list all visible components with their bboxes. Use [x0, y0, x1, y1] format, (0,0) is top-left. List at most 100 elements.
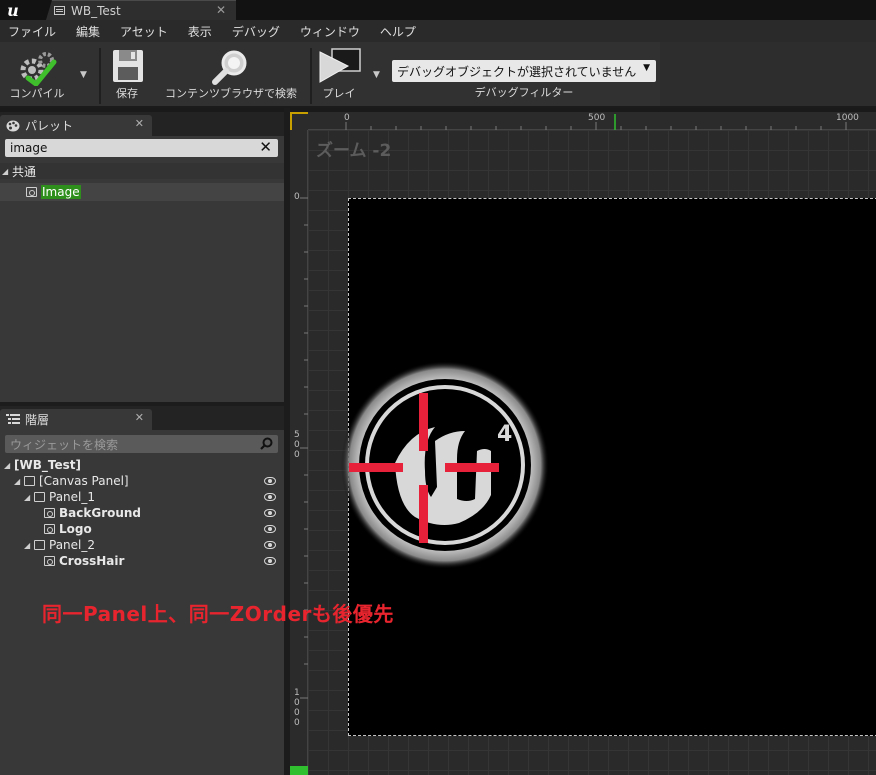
designer-surface[interactable]: 0 500 1000 0 5 0 0 1 0 0 0 ズーム -2 4	[290, 112, 876, 775]
menu-view[interactable]: 表示	[180, 23, 220, 40]
play-button[interactable]: プレイ	[314, 46, 364, 104]
panel-widget-icon	[34, 492, 45, 502]
expand-triangle-icon: ◢	[24, 540, 31, 550]
compile-icon	[20, 52, 57, 86]
toolbar-separator	[99, 48, 101, 104]
palette-category-label: 共通	[12, 164, 37, 179]
compile-options-arrow-icon[interactable]: ▼	[80, 70, 87, 80]
expand-triangle-icon: ◢	[2, 166, 9, 176]
widget-canvas-background[interactable]: 4	[341, 198, 876, 736]
panel-widget-icon	[34, 540, 45, 550]
floppy-disk-icon	[113, 50, 143, 82]
title-bar: u WB_Test ✕	[0, 0, 876, 20]
tree-node-label: BackGround	[59, 506, 142, 520]
hierarchy-tabbar: 階層 ✕	[0, 406, 284, 430]
ruler-v-label: 1 0 0 0	[294, 688, 300, 728]
compile-label: コンパイル	[9, 87, 65, 100]
palette-icon	[6, 120, 20, 131]
menu-help[interactable]: ヘルプ	[372, 23, 424, 40]
ruler-h-label: 0	[344, 113, 350, 123]
close-palette-icon[interactable]: ✕	[135, 117, 144, 130]
ruler-corner	[290, 112, 308, 130]
document-tab-title: WB_Test	[71, 3, 121, 18]
tree-node-panel-1[interactable]: ◢ Panel_1	[0, 489, 284, 505]
tree-node-logo[interactable]: Logo	[0, 521, 284, 537]
clear-search-icon[interactable]: ✕	[259, 138, 272, 156]
palette-tab-label: パレット	[25, 119, 74, 133]
menu-file[interactable]: ファイル	[0, 23, 64, 40]
image-widget-icon	[26, 187, 37, 197]
image-widget-icon	[44, 524, 55, 534]
palette-category-common[interactable]: ◢ 共通	[0, 163, 284, 179]
widget-blueprint-icon	[54, 6, 65, 15]
widget-search-placeholder: ウィジェットを検索	[10, 437, 119, 452]
tree-node-label: Panel_2	[49, 538, 96, 552]
save-button[interactable]: 保存	[106, 46, 148, 104]
save-label: 保存	[116, 87, 138, 100]
panel-widget-icon	[24, 476, 35, 486]
tree-node-background[interactable]: BackGround	[0, 505, 284, 521]
expand-triangle-icon: ◢	[4, 460, 11, 470]
visibility-eye-icon[interactable]	[264, 509, 276, 517]
menu-window[interactable]: ウィンドウ	[292, 23, 368, 40]
palette-search-value: image	[10, 141, 48, 155]
visibility-eye-icon[interactable]	[264, 525, 276, 533]
magnifier-icon	[212, 50, 247, 85]
tree-node-label: [Canvas Panel]	[39, 474, 129, 488]
menu-debug[interactable]: デバッグ	[224, 23, 288, 40]
visibility-eye-icon[interactable]	[264, 477, 276, 485]
tree-node-panel-2[interactable]: ◢ Panel_2	[0, 537, 284, 553]
palette-search-input[interactable]: image ✕	[5, 138, 278, 157]
palette-item-label: Image	[41, 185, 81, 199]
image-widget-icon	[44, 508, 55, 518]
visibility-eye-icon[interactable]	[264, 541, 276, 549]
chevron-down-icon: ▼	[643, 63, 650, 73]
palette-tabbar: パレット ✕	[0, 112, 284, 136]
tree-node-label: Panel_1	[49, 490, 96, 504]
vertical-ruler: 0 5 0 0 1 0 0 0	[290, 130, 308, 775]
play-options-arrow-icon[interactable]: ▼	[373, 70, 380, 80]
unreal-logo-icon[interactable]: u	[0, 0, 26, 20]
toolbar-separator	[310, 48, 312, 104]
visibility-eye-icon[interactable]	[264, 493, 276, 501]
visibility-eye-icon[interactable]	[264, 557, 276, 565]
widget-search-input[interactable]: ウィジェットを検索	[5, 435, 278, 453]
close-tab-icon[interactable]: ✕	[216, 3, 226, 17]
menu-asset[interactable]: アセット	[112, 23, 176, 40]
hierarchy-icon	[6, 414, 20, 424]
menu-edit[interactable]: 編集	[68, 23, 108, 40]
hierarchy-tab-label: 階層	[25, 413, 50, 427]
compile-button[interactable]: コンパイル	[2, 46, 72, 104]
ruler-h-label: 1000	[836, 113, 859, 123]
tab-palette[interactable]: パレット ✕	[0, 115, 152, 136]
horizontal-ruler: 0 500 1000	[308, 112, 876, 130]
play-label: プレイ	[322, 87, 356, 100]
debug-object-select[interactable]: デバッグオブジェクトが選択されていません ▼	[392, 60, 656, 82]
toolbar-empty-area	[660, 42, 876, 106]
crosshair-image[interactable]	[349, 389, 519, 549]
palette-item-image[interactable]: Image	[0, 183, 284, 201]
panel-splitter[interactable]	[0, 402, 284, 406]
tree-node-canvas-panel[interactable]: ◢ [Canvas Panel]	[0, 473, 284, 489]
expand-triangle-icon: ◢	[14, 476, 21, 486]
ruler-v-label: 5 0 0	[294, 430, 300, 460]
tree-node-crosshair[interactable]: CrossHair	[0, 553, 284, 569]
image-widget-icon	[44, 556, 55, 566]
tree-node-label: CrossHair	[59, 554, 125, 568]
browse-label: コンテンツブラウザで検索	[165, 87, 297, 100]
tree-node-label: Logo	[59, 522, 92, 536]
close-hierarchy-icon[interactable]: ✕	[135, 411, 144, 424]
annotation-text: 同一Panel上、同一ZOrderも後優先	[42, 602, 394, 626]
search-icon	[260, 437, 273, 450]
tree-node-wb-test[interactable]: ◢ [WB_Test]	[0, 457, 284, 473]
browse-in-content-browser-button[interactable]: コンテンツブラウザで検索	[156, 46, 306, 104]
green-corner-marker	[290, 766, 308, 775]
debug-filter-label: デバッグフィルター	[474, 86, 574, 99]
ruler-h-label: 500	[588, 113, 606, 123]
tree-node-label: [WB_Test]	[14, 458, 81, 472]
debug-object-value: デバッグオブジェクトが選択されていません	[397, 64, 637, 79]
document-tab[interactable]: WB_Test ✕	[46, 0, 236, 20]
toolbar: コンパイル ▼ 保存 コンテンツブラウザで検索 プレイ ▼ デバッグオブジェクト…	[0, 42, 876, 108]
tab-hierarchy[interactable]: 階層 ✕	[0, 409, 152, 430]
hierarchy-panel: 階層 ✕ ウィジェットを検索 ◢ [WB_Test] ◢ [Canvas Pan…	[0, 406, 284, 775]
